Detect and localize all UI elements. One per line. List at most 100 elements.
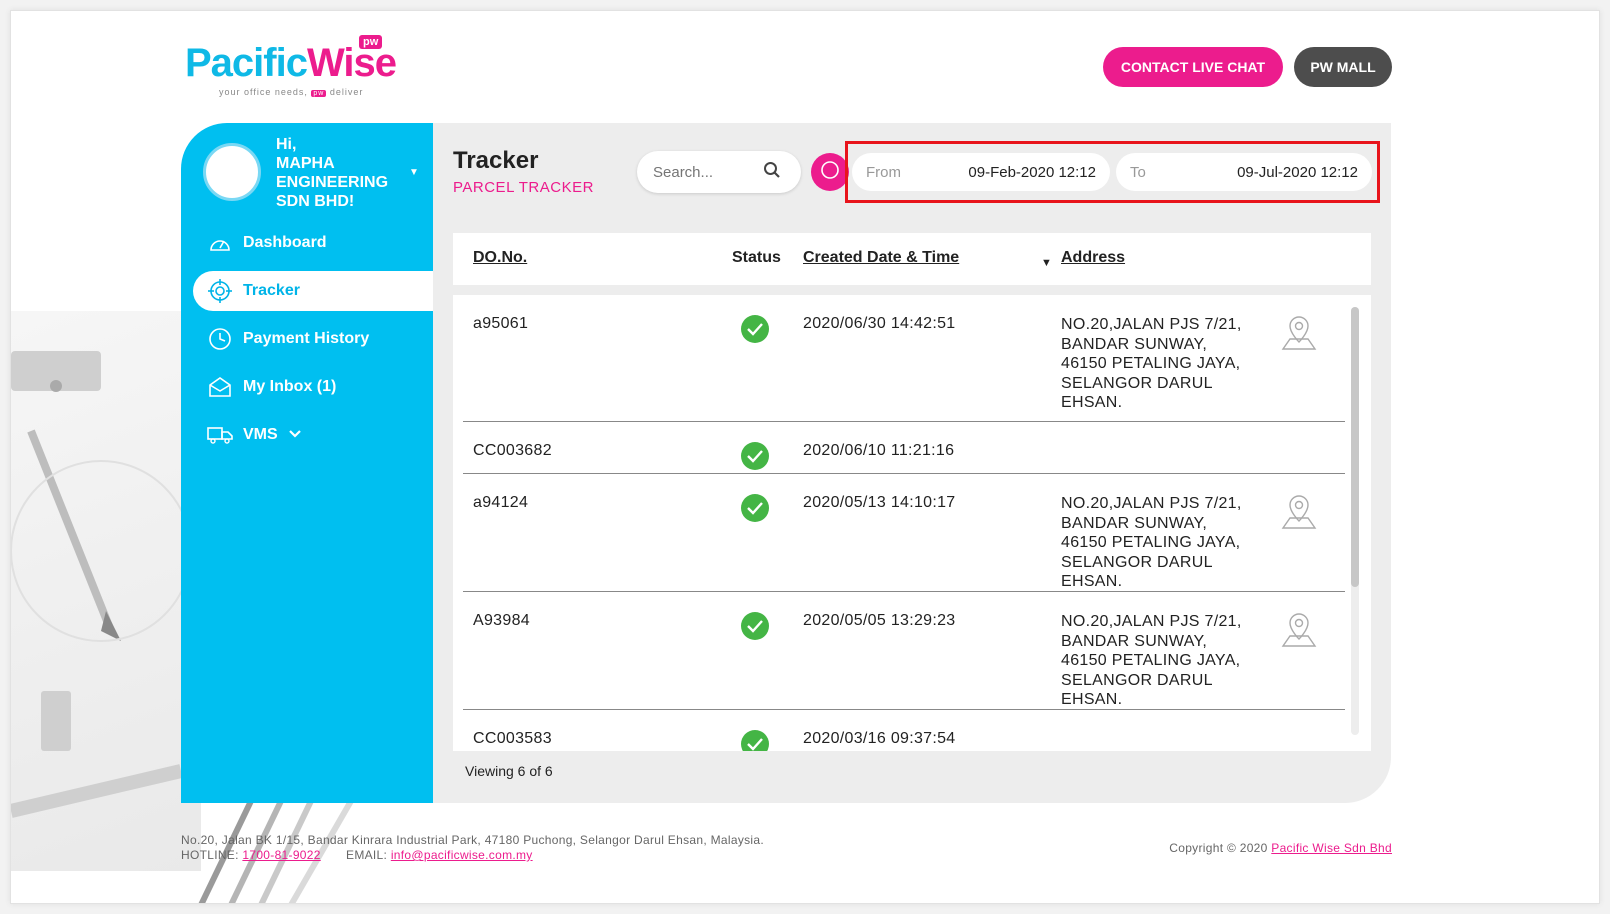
footer-copyright: Copyright © 2020 Pacific Wise Sdn Bhd [1111,841,1392,855]
envelope-icon [207,374,233,400]
table-row[interactable]: A93984 2020/05/05 13:29:23 NO.20,JALAN P… [463,592,1345,710]
magnifier-icon [819,159,841,186]
do-number: a94124 [473,494,529,511]
sidebar-item-label: My Inbox (1) [243,378,337,395]
address-line: BANDAR SUNWAY, [1061,514,1208,532]
caret-down-icon[interactable]: ▼ [409,167,419,178]
address-text: NO.20,JALAN PJS 7/21, BANDAR SUNWAY, 461… [1061,315,1261,413]
do-number: CC003682 [473,442,552,459]
column-header-address[interactable]: Address [1061,249,1125,267]
date-to-field[interactable]: To 09-Jul-2020 12:12 [1116,153,1372,191]
sidebar-item-payment-history[interactable]: Payment History [193,319,433,359]
address-line: SELANGOR DARUL [1061,671,1213,689]
column-header-status: Status [732,249,781,266]
greeting-text: Hi, [276,136,297,153]
table-header: DO.No. Status Created Date & Time ▼ Addr… [453,233,1371,285]
footer-contact-line: HOTLINE: 1700-81-9022 EMAIL: info@pacifi… [181,848,764,863]
sidebar: Hi, MAPHA ENGINEERING SDN BHD! ▼ Dashboa… [181,123,433,803]
status-delivered-icon [741,315,769,343]
logo-badge: pw [359,35,383,49]
pw-mall-button[interactable]: PW MALL [1294,47,1392,87]
hotline-label: HOTLINE: [181,848,239,862]
tagline-left: your office needs, [219,87,308,97]
address-line: EHSAN. [1061,573,1123,590]
sidebar-item-label: Dashboard [243,234,327,251]
contact-live-chat-button[interactable]: CONTACT LIVE CHAT [1103,47,1283,87]
created-datetime: 2020/05/05 13:29:23 [803,612,956,629]
logo-wordmark: PacificWise [185,41,425,85]
scrollbar-thumb[interactable] [1351,307,1359,587]
sidebar-item-vms[interactable]: VMS [193,415,433,455]
chevron-down-icon[interactable] [288,426,302,444]
date-from-label: From [866,163,901,181]
search-icon[interactable] [763,161,781,184]
company-link[interactable]: Pacific Wise Sdn Bhd [1271,841,1392,855]
map-pin-icon[interactable] [1279,313,1319,358]
date-from-value: 09-Feb-2020 12:12 [968,163,1096,181]
created-datetime: 2020/06/10 11:21:16 [803,442,955,459]
logo-text-ific: ific [253,41,308,85]
date-range-highlight: From 09-Feb-2020 12:12 To 09-Jul-2020 12… [845,141,1380,203]
date-to-label: To [1130,163,1146,181]
sidebar-item-label: Payment History [243,330,370,347]
pacificwise-logo[interactable]: PacificWise pw your office needs, pw del… [185,35,425,111]
status-delivered-icon [741,730,769,751]
logo-text-wise: Wise [306,41,397,85]
address-line: NO.20,JALAN PJS 7/21, [1061,613,1242,630]
column-header-created-date[interactable]: Created Date & Time [803,249,959,267]
sidebar-nav: Dashboard Tracker Payment History My Inb… [193,223,433,463]
address-line: BANDAR SUNWAY, [1061,335,1208,353]
search-input[interactable] [653,163,763,181]
viewing-count: Viewing 6 of 6 [465,763,553,779]
table-row[interactable]: CC003682 2020/06/10 11:21:16 [463,422,1345,474]
logo-text-pac: Pac [185,41,254,85]
page-title: Tracker [453,147,539,174]
address-text: NO.20,JALAN PJS 7/21, BANDAR SUNWAY, 461… [1061,612,1261,710]
address-line: 46150 PETALING JAYA, [1061,355,1241,372]
truck-icon [207,422,233,448]
address-line: NO.20,JALAN PJS 7/21, [1061,316,1242,333]
page-subtitle: PARCEL TRACKER [453,179,594,196]
search-box [637,151,801,193]
address-line: EHSAN. [1061,691,1123,708]
column-header-do-no[interactable]: DO.No. [473,249,527,267]
sidebar-item-tracker[interactable]: Tracker [193,271,433,311]
avatar[interactable] [203,143,261,201]
address-line: SELANGOR DARUL [1061,553,1213,571]
address-text: NO.20,JALAN PJS 7/21, BANDAR SUNWAY, 461… [1061,494,1261,592]
date-to-value: 09-Jul-2020 12:12 [1237,163,1358,181]
user-greeting[interactable]: Hi, MAPHA ENGINEERING SDN BHD! [276,135,406,211]
status-delivered-icon [741,612,769,640]
footer-contact: No.20, Jalan BK 1/15, Bandar Kinrara Ind… [181,833,764,863]
search-submit-button[interactable] [811,153,849,191]
clock-icon [207,326,233,352]
created-datetime: 2020/03/16 09:37:54 [803,730,956,747]
sort-caret-icon[interactable]: ▼ [1041,253,1052,271]
address-line: 46150 PETALING JAYA, [1061,534,1241,551]
map-pin-icon[interactable] [1279,610,1319,655]
status-delivered-icon [741,494,769,522]
footer-address: No.20, Jalan BK 1/15, Bandar Kinrara Ind… [181,833,764,847]
address-line: EHSAN. [1061,394,1123,411]
map-pin-icon[interactable] [1279,492,1319,537]
hotline-link[interactable]: 1700-81-9022 [242,848,320,862]
tagline-mini-badge: pw [311,90,327,97]
table-row[interactable]: CC003583 2020/03/16 09:37:54 [463,710,1345,751]
table-row[interactable]: a95061 2020/06/30 14:42:51 NO.20,JALAN P… [463,295,1345,422]
date-from-field[interactable]: From 09-Feb-2020 12:12 [852,153,1110,191]
email-label: EMAIL: [346,848,388,862]
address-line: NO.20,JALAN PJS 7/21, [1061,495,1242,512]
app-window: PacificWise pw your office needs, pw del… [10,10,1600,904]
table-row[interactable]: a94124 2020/05/13 14:10:17 NO.20,JALAN P… [463,474,1345,592]
email-link[interactable]: info@pacificwise.com.my [391,848,533,862]
address-line: BANDAR SUNWAY, [1061,632,1208,650]
stationery-background-image [11,311,201,871]
do-number: a95061 [473,315,529,332]
sidebar-item-dashboard[interactable]: Dashboard [193,223,433,263]
table-body: a95061 2020/06/30 14:42:51 NO.20,JALAN P… [453,295,1371,751]
created-datetime: 2020/06/30 14:42:51 [803,315,956,332]
sidebar-item-my-inbox[interactable]: My Inbox (1) [193,367,433,407]
user-name: MAPHA ENGINEERING SDN BHD! [276,155,389,210]
address-line: 46150 PETALING JAYA, [1061,652,1241,669]
table-scrollbar[interactable] [1351,307,1359,735]
